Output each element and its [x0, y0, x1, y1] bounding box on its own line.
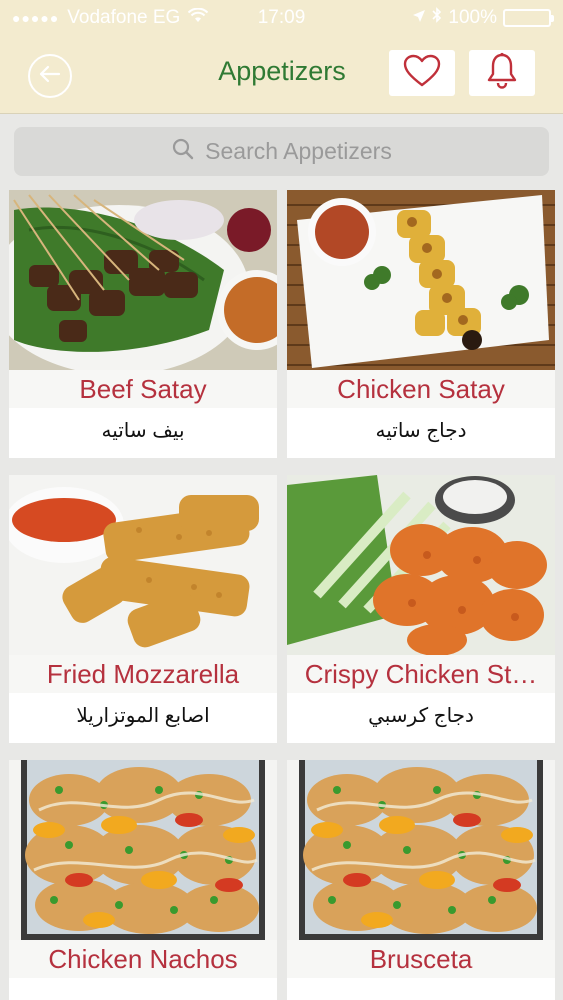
- battery-percent: 100%: [448, 7, 497, 28]
- search-icon: [171, 137, 195, 167]
- search-placeholder: Search Appetizers: [205, 138, 392, 164]
- appetizer-card-chicken-nachos[interactable]: Chicken Nachos: [9, 760, 277, 1000]
- favorites-button[interactable]: [389, 50, 455, 96]
- battery-icon: [503, 9, 554, 27]
- appetizer-card-brusceta[interactable]: Brusceta: [287, 760, 555, 1000]
- wifi-icon: [188, 7, 209, 29]
- appetizer-name: Brusceta: [287, 940, 555, 978]
- appetizer-name: Beef Satay: [9, 370, 277, 408]
- appetizer-name: Crispy Chicken St…: [287, 655, 555, 693]
- signal-strength: ●●●●●: [12, 10, 60, 26]
- bluetooth-icon: [432, 7, 442, 29]
- appetizer-name: Fried Mozzarella: [9, 655, 277, 693]
- chicken-satay-photo: [287, 190, 555, 370]
- carrier-name: Vodafone EG: [67, 7, 181, 28]
- status-bar: ●●●●● Vodafone EG 17:09 100%: [0, 0, 563, 36]
- appetizer-name-arabic: اصابع الموتزاريلا: [76, 704, 210, 727]
- search-input[interactable]: Search Appetizers: [14, 127, 549, 176]
- appetizer-name: Chicken Satay: [287, 370, 555, 408]
- bell-icon: [485, 52, 519, 95]
- appetizer-name: Chicken Nachos: [9, 940, 277, 978]
- appetizer-card-fried-mozzarella[interactable]: Fried Mozzarella اصابع الموتزاريلا: [9, 475, 277, 743]
- appetizer-name-arabic: بيف ساتيه: [101, 419, 185, 442]
- appetizer-name-arabic: دجاج كرسبي: [368, 704, 474, 727]
- heart-icon: [402, 54, 442, 93]
- navigation-bar: Appetizers: [0, 36, 563, 114]
- crispy-chicken-photo: [287, 475, 555, 655]
- appetizer-name-arabic: دجاج ساتيه: [375, 419, 467, 442]
- notifications-button[interactable]: [469, 50, 535, 96]
- fried-mozzarella-photo: [9, 475, 277, 655]
- brusceta-photo: [287, 760, 555, 940]
- location-icon: [412, 7, 426, 29]
- appetizer-card-chicken-satay[interactable]: Chicken Satay دجاج ساتيه: [287, 190, 555, 458]
- page-title: Appetizers: [218, 56, 346, 86]
- chicken-nachos-photo: [9, 760, 277, 940]
- back-arrow-icon: [39, 65, 61, 88]
- appetizer-card-beef-satay[interactable]: Beef Satay بيف ساتيه: [9, 190, 277, 458]
- beef-satay-photo: [9, 190, 277, 370]
- appetizer-card-crispy-chicken[interactable]: Crispy Chicken St… دجاج كرسبي: [287, 475, 555, 743]
- back-button[interactable]: [28, 54, 72, 98]
